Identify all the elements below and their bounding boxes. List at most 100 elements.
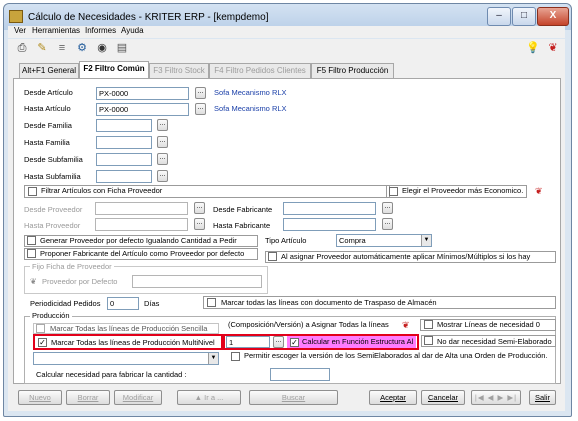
calcular-estructura-label: Calcular en Función Estructura Al: [302, 337, 414, 346]
desde-fabricante-field[interactable]: [283, 202, 376, 215]
mostrar-lineas-checkbox[interactable]: [424, 320, 433, 329]
desde-articulo-label: Desde Artículo: [24, 88, 73, 97]
version-select[interactable]: [33, 352, 219, 365]
navigation-arrows-icon: |◀ ◀ ▶ ▶|: [474, 393, 518, 402]
menu-informes[interactable]: Informes: [85, 26, 116, 35]
desde-proveedor-lookup-button[interactable]: ...: [194, 202, 205, 214]
hasta-fabricante-label: Hasta Fabricante: [213, 221, 271, 230]
tab-filtro-comun[interactable]: F2 Filtro Común: [79, 61, 149, 79]
generar-proveedor-checkbox[interactable]: [27, 236, 36, 245]
record-navigator[interactable]: |◀ ◀ ▶ ▶|: [471, 390, 521, 405]
hasta-subfamilia-field[interactable]: [96, 170, 152, 183]
aceptar-button-label: Aceptar: [380, 393, 406, 402]
hasta-familia-lookup-button[interactable]: ...: [157, 136, 168, 148]
permitir-escoger-label: Permitir escoger la versión de los SemiE…: [244, 351, 548, 360]
salir-button[interactable]: Salir: [529, 390, 556, 405]
elegir-proveedor-label: Elegir el Proveedor más Economico.: [402, 186, 524, 195]
printer-icon[interactable]: ▤: [115, 41, 129, 55]
hasta-articulo-desc: Sofa Mecanismo RLX: [214, 104, 287, 113]
desde-subfamilia-lookup-button[interactable]: ...: [157, 153, 168, 165]
hasta-familia-label: Hasta Familia: [24, 138, 70, 147]
desde-subfamilia-field[interactable]: [96, 153, 152, 166]
chevron-down-icon[interactable]: ▼: [208, 353, 218, 364]
desde-familia-lookup-button[interactable]: ...: [157, 119, 168, 131]
chevron-down-icon[interactable]: ▼: [421, 235, 431, 246]
desde-familia-field[interactable]: [96, 119, 152, 132]
ir-a-button[interactable]: ▲ Ir a ...: [177, 390, 241, 405]
hasta-proveedor-lookup-button[interactable]: ...: [194, 218, 205, 230]
elegir-proveedor-checkbox[interactable]: [389, 187, 398, 196]
maximize-button[interactable]: □: [512, 7, 536, 26]
tab-general[interactable]: Alt+F1 General: [19, 63, 79, 78]
desde-fabricante-lookup-button[interactable]: ...: [382, 202, 393, 214]
marcar-sencilla-label: Marcar Todas las líneas de Producción Se…: [50, 324, 208, 333]
multinivel-lookup-button[interactable]: ...: [273, 336, 284, 348]
hasta-fabricante-field[interactable]: [283, 218, 376, 231]
help-icon[interactable]: ❦: [546, 41, 560, 55]
menu-ver[interactable]: Ver: [14, 26, 26, 35]
menu-ayuda[interactable]: Ayuda: [121, 26, 144, 35]
filtrar-ficha-checkbox[interactable]: [28, 187, 37, 196]
hasta-proveedor-label: Hasta Proveedor: [24, 221, 81, 230]
proveedor-defecto-field[interactable]: [132, 275, 262, 288]
help-icon[interactable]: ❦: [402, 320, 410, 331]
desde-articulo-field[interactable]: PX-0000: [96, 87, 189, 100]
proponer-fabricante-checkbox[interactable]: [27, 249, 36, 258]
modificar-button[interactable]: Modificar: [114, 390, 162, 405]
help-icon[interactable]: ❦: [535, 186, 543, 197]
marcar-traspaso-checkbox[interactable]: [207, 298, 216, 307]
up-arrow-icon: ▲: [194, 393, 205, 402]
marcar-sencilla-checkbox[interactable]: [36, 324, 45, 333]
produccion-title: Producción: [30, 311, 72, 321]
lightbulb-icon[interactable]: 💡: [526, 41, 540, 55]
fijo-ficha-title: Fijo Ficha de Proveedor: [30, 262, 114, 272]
al-asignar-checkbox[interactable]: [268, 252, 277, 261]
desde-fabricante-label: Desde Fabricante: [213, 205, 273, 214]
aceptar-button[interactable]: Aceptar: [369, 390, 417, 405]
list-icon[interactable]: ≡: [55, 41, 69, 55]
hasta-proveedor-field[interactable]: [95, 218, 188, 231]
no-dar-necesidad-checkbox[interactable]: [424, 336, 433, 345]
print-icon[interactable]: ⎙: [15, 41, 29, 55]
calcular-cantidad-field[interactable]: [270, 368, 330, 381]
proponer-fabricante-label: Proponer Fabricante del Artículo como Pr…: [40, 249, 245, 258]
multinivel-value-field[interactable]: 1: [226, 336, 270, 348]
periodicidad-field[interactable]: 0: [107, 297, 139, 310]
borrar-button-label: Borrar: [77, 393, 99, 402]
borrar-button[interactable]: Borrar: [66, 390, 110, 405]
periodicidad-label: Periodicidad Pedidos: [30, 299, 101, 308]
comp-version-label: (Composición/Versión) a Asignar Todas la…: [228, 320, 389, 329]
cancelar-button[interactable]: Cancelar: [421, 390, 465, 405]
hasta-subfamilia-lookup-button[interactable]: ...: [157, 170, 168, 182]
minimize-button[interactable]: –: [487, 7, 511, 26]
process-icon[interactable]: ⚙: [75, 41, 89, 55]
permitir-escoger-checkbox[interactable]: [231, 352, 240, 361]
close-button[interactable]: X: [537, 7, 569, 26]
hasta-familia-field[interactable]: [96, 136, 152, 149]
preview-icon[interactable]: ◉: [95, 41, 109, 55]
dias-label: Días: [144, 299, 160, 308]
tipo-articulo-select[interactable]: Compra: [336, 234, 432, 247]
filtrar-ficha-label: Filtrar Artículos con Ficha Proveedor: [41, 186, 163, 195]
hasta-articulo-label: Hasta Artículo: [24, 104, 71, 113]
marcar-multinivel-checkbox[interactable]: ✓: [38, 338, 47, 347]
desde-proveedor-field[interactable]: [95, 202, 188, 215]
tab-filtro-pedidos-clientes[interactable]: F4 Filtro Pedidos Clientes: [209, 63, 311, 78]
desde-familia-label: Desde Familia: [24, 121, 72, 130]
menu-herramientas[interactable]: Herramientas: [32, 26, 80, 35]
mostrar-lineas-label: Mostrar Líneas de necesidad 0: [437, 320, 540, 329]
window-title: Cálculo de Necesidades - KRITER ERP - [k…: [28, 12, 269, 23]
buscar-button[interactable]: Buscar: [249, 390, 338, 405]
hasta-fabricante-lookup-button[interactable]: ...: [382, 218, 393, 230]
tab-filtro-produccion[interactable]: F5 Filtro Producción: [311, 63, 394, 78]
calcular-estructura-checkbox[interactable]: ✓: [290, 338, 299, 347]
pencil-icon[interactable]: ✎: [35, 41, 49, 55]
hasta-articulo-lookup-button[interactable]: ...: [195, 103, 206, 115]
nuevo-button[interactable]: Nuevo: [18, 390, 62, 405]
desde-proveedor-label: Desde Proveedor: [24, 205, 83, 214]
calcular-cantidad-label: Calcular necesidad para fabricar la cant…: [36, 370, 187, 379]
desde-articulo-lookup-button[interactable]: ...: [195, 87, 206, 99]
hasta-articulo-field[interactable]: PX-0000: [96, 103, 189, 116]
generar-proveedor-label: Generar Proveedor por defecto Igualando …: [40, 236, 237, 245]
tab-filtro-stock[interactable]: F3 Filtro Stock: [149, 63, 209, 78]
